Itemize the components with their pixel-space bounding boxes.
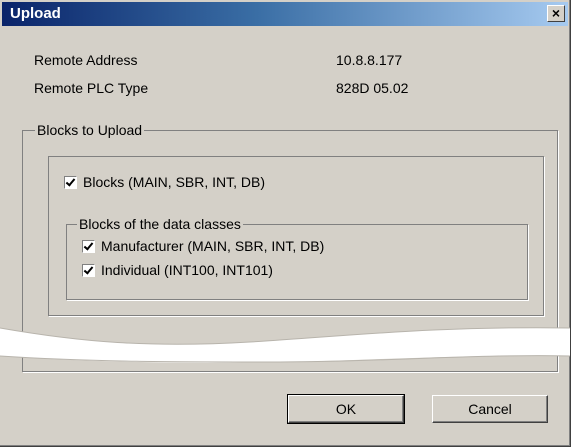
close-icon: × bbox=[551, 5, 561, 21]
blocks-checkbox-box[interactable] bbox=[64, 175, 77, 189]
individual-checkbox[interactable]: Individual (INT100, INT101) bbox=[82, 262, 273, 278]
remote-address-value: 10.8.8.177 bbox=[336, 52, 403, 68]
window-title: Upload bbox=[10, 5, 61, 22]
manufacturer-checkbox-label: Manufacturer (MAIN, SBR, INT, DB) bbox=[101, 238, 325, 254]
ok-button[interactable]: OK bbox=[287, 394, 405, 424]
blocks-checkbox-label: Blocks (MAIN, SBR, INT, DB) bbox=[83, 174, 266, 190]
title-bar[interactable]: Upload × bbox=[2, 2, 568, 26]
data-classes-legend: Blocks of the data classes bbox=[77, 216, 243, 232]
close-button[interactable]: × bbox=[547, 5, 565, 22]
individual-checkbox-box[interactable] bbox=[82, 263, 95, 277]
upload-dialog: Upload × Remote Address 10.8.8.177 Remot… bbox=[0, 0, 571, 447]
remote-plc-type-label: Remote PLC Type bbox=[34, 80, 149, 96]
manufacturer-checkbox[interactable]: Manufacturer (MAIN, SBR, INT, DB) bbox=[82, 238, 324, 254]
individual-checkbox-label: Individual (INT100, INT101) bbox=[101, 262, 273, 278]
remote-plc-type-value: 828D 05.02 bbox=[336, 80, 409, 96]
manufacturer-checkbox-box[interactable] bbox=[82, 239, 95, 253]
blocks-checkbox[interactable]: Blocks (MAIN, SBR, INT, DB) bbox=[64, 174, 265, 190]
torn-cut-wave bbox=[0, 327, 570, 363]
remote-address-label: Remote Address bbox=[34, 52, 138, 68]
cancel-button[interactable]: Cancel bbox=[432, 395, 548, 423]
blocks-to-upload-legend: Blocks to Upload bbox=[35, 122, 145, 138]
